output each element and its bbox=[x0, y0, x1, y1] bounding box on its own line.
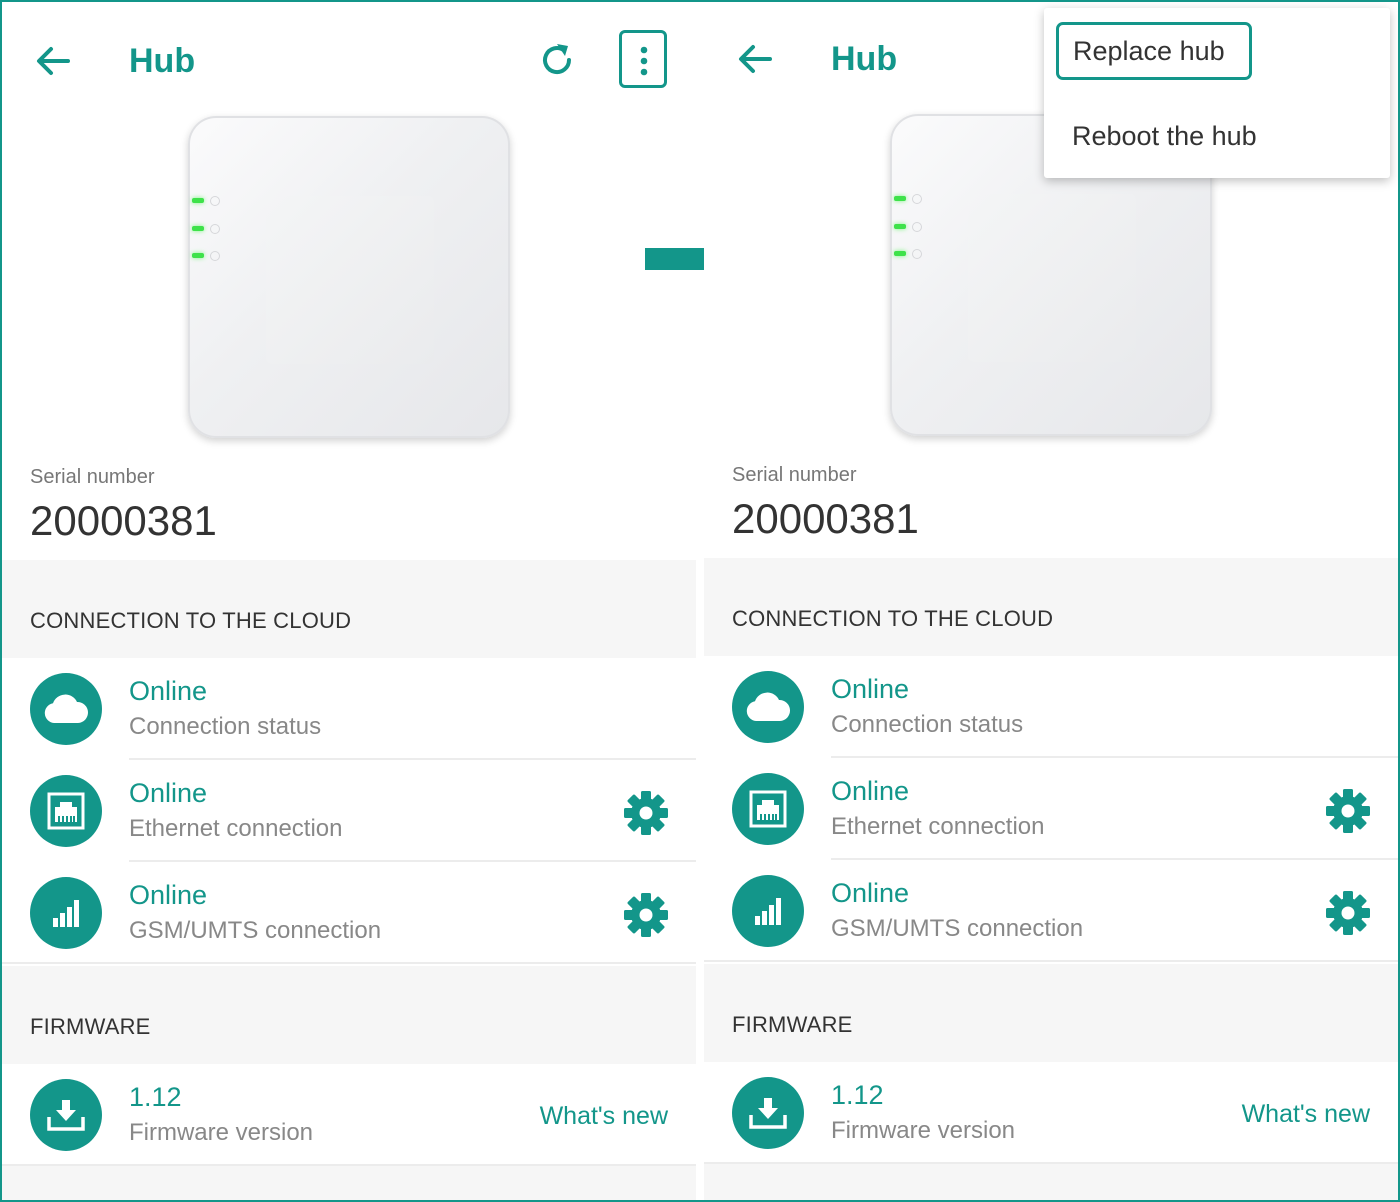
ethernet-icon bbox=[732, 773, 804, 845]
connection-status-value: Online bbox=[831, 674, 910, 704]
connection-status-label: Connection status bbox=[129, 713, 322, 740]
ethernet-settings-gear-icon[interactable] bbox=[623, 790, 669, 836]
download-icon bbox=[30, 1079, 102, 1151]
page-title: Hub bbox=[129, 42, 196, 80]
ethernet-icon bbox=[30, 775, 102, 847]
refresh-icon[interactable] bbox=[537, 40, 577, 80]
gsm-connection-label: GSM/UMTS connection bbox=[831, 915, 1084, 942]
ethernet-status-value: Online bbox=[831, 776, 910, 806]
cloud-icon bbox=[30, 673, 102, 745]
firmware-version-value: 1.12 bbox=[831, 1080, 884, 1110]
connection-status-row[interactable]: Online Connection status bbox=[2, 658, 696, 760]
firmware-row[interactable]: 1.12 Firmware version What's new bbox=[2, 1064, 696, 1166]
download-icon bbox=[732, 1077, 804, 1149]
cloud-section-header: CONNECTION TO THE CLOUD bbox=[704, 558, 1398, 656]
connection-status-label: Connection status bbox=[831, 711, 1024, 738]
gsm-connection-label: GSM/UMTS connection bbox=[129, 917, 382, 944]
firmware-section-header: FIRMWARE bbox=[704, 964, 1398, 1062]
firmware-row[interactable]: 1.12 Firmware version What's new bbox=[704, 1062, 1398, 1164]
gsm-settings-gear-icon[interactable] bbox=[623, 892, 669, 938]
signal-bars-icon bbox=[732, 875, 804, 947]
menu-item-reboot-hub[interactable]: Reboot the hub bbox=[1056, 108, 1376, 166]
hub-screen-after: Hub Serial number 20000381 CONNECTION TO… bbox=[704, 0, 1398, 1202]
whats-new-link[interactable]: What's new bbox=[1242, 1100, 1370, 1129]
firmware-section-header: FIRMWARE bbox=[2, 966, 696, 1064]
serial-number-value: 20000381 bbox=[30, 497, 217, 544]
more-options-button[interactable] bbox=[619, 30, 667, 88]
page-title: Hub bbox=[831, 40, 898, 78]
cloud-section-header: CONNECTION TO THE CLOUD bbox=[2, 560, 696, 658]
firmware-section-title: FIRMWARE bbox=[732, 1012, 853, 1037]
gsm-connection-row[interactable]: Online GSM/UMTS connection bbox=[2, 862, 696, 964]
serial-number-label: Serial number bbox=[30, 466, 155, 488]
firmware-version-value: 1.12 bbox=[129, 1082, 182, 1112]
ethernet-settings-gear-icon[interactable] bbox=[1325, 788, 1371, 834]
firmware-section-title: FIRMWARE bbox=[30, 1014, 151, 1039]
gsm-status-value: Online bbox=[831, 878, 910, 908]
firmware-version-label: Firmware version bbox=[129, 1119, 314, 1146]
cloud-icon bbox=[732, 671, 804, 743]
gsm-settings-gear-icon[interactable] bbox=[1325, 890, 1371, 936]
menu-item-replace-hub[interactable]: Replace hub bbox=[1056, 22, 1252, 80]
back-arrow-icon[interactable] bbox=[32, 40, 74, 82]
firmware-version-label: Firmware version bbox=[831, 1117, 1016, 1144]
ethernet-connection-row[interactable]: Online Ethernet connection bbox=[2, 760, 696, 862]
gsm-connection-row[interactable]: Online GSM/UMTS connection bbox=[704, 860, 1398, 962]
hub-device-image bbox=[188, 116, 510, 438]
hub-screen-before: Hub Serial number 20000381 CONNECTION TO… bbox=[2, 0, 696, 1202]
more-vert-icon bbox=[640, 46, 648, 76]
cloud-section-title: CONNECTION TO THE CLOUD bbox=[732, 606, 1054, 631]
app-bar: Hub bbox=[2, 0, 696, 110]
connection-status-value: Online bbox=[129, 676, 208, 706]
ethernet-status-value: Online bbox=[129, 778, 208, 808]
gsm-status-value: Online bbox=[129, 880, 208, 910]
ethernet-connection-label: Ethernet connection bbox=[129, 815, 343, 842]
whats-new-link[interactable]: What's new bbox=[540, 1102, 668, 1131]
signal-bars-icon bbox=[30, 877, 102, 949]
back-arrow-icon[interactable] bbox=[734, 38, 776, 80]
ethernet-connection-row[interactable]: Online Ethernet connection bbox=[704, 758, 1398, 860]
serial-number-value: 20000381 bbox=[732, 495, 919, 542]
cloud-section-title: CONNECTION TO THE CLOUD bbox=[30, 608, 352, 633]
connection-status-row[interactable]: Online Connection status bbox=[704, 656, 1398, 758]
overflow-menu: Replace hub Reboot the hub bbox=[1044, 8, 1390, 178]
serial-number-label: Serial number bbox=[732, 464, 857, 486]
ethernet-connection-label: Ethernet connection bbox=[831, 813, 1045, 840]
